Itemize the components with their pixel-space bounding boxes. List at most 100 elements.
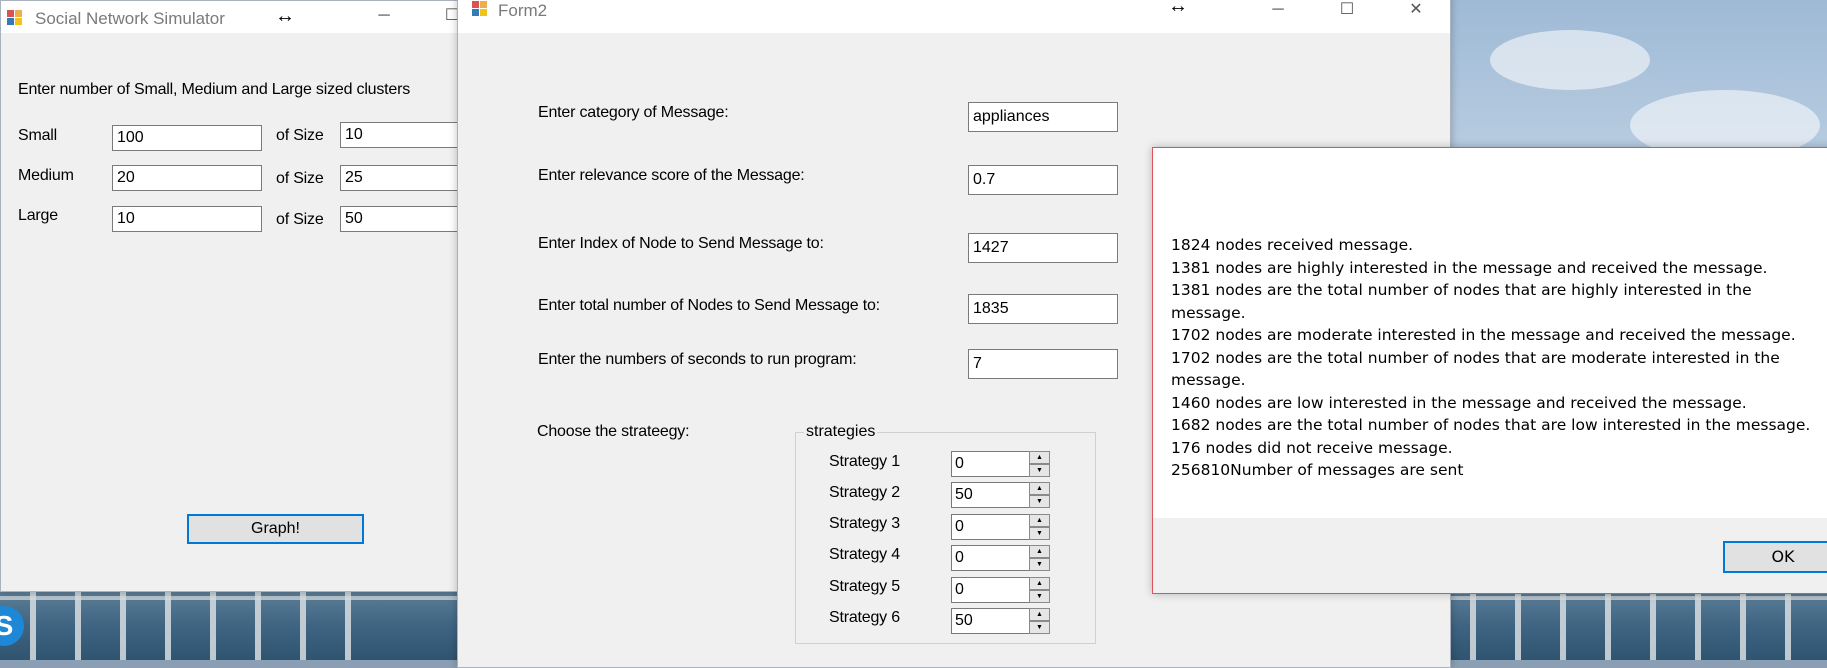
spin-up-icon[interactable]: ▲ [1029,451,1050,464]
railing-post [75,590,81,660]
strategy-1-label: Strategy 1 [829,453,900,470]
message-line: 1824 nodes received message. [1171,236,1414,254]
strategy-1-spinner[interactable]: 0 ▲ ▼ [951,451,1051,477]
minimize-button[interactable]: ─ [1255,0,1301,27]
message-box-dialog: 1824 nodes received message. 1381 nodes … [1152,147,1827,594]
spin-down-icon[interactable]: ▼ [1029,495,1050,508]
strategy-2-value[interactable]: 50 [951,482,1030,508]
railing-post [30,590,36,660]
minimize-button[interactable]: ─ [361,1,407,33]
small-label: Small [18,127,58,144]
strategies-groupbox: strategies Strategy 1 0 ▲ ▼ Strategy 2 5… [795,423,1096,644]
total-nodes-input[interactable]: 1835 [968,294,1118,324]
strategy-5-value[interactable]: 0 [951,577,1030,603]
node-index-input[interactable]: 1427 [968,233,1118,263]
spin-up-icon[interactable]: ▲ [1029,577,1050,590]
social-network-simulator-window: Social Network Simulator ↔ ─ ☐ Enter num… [0,0,472,592]
strategy-6-label: Strategy 6 [829,609,900,626]
title-bar[interactable]: Form2 ↔ ─ ☐ ✕ [458,0,1450,33]
window-title: Social Network Simulator [35,9,225,28]
category-input[interactable]: appliances [968,102,1118,132]
strategy-5-label: Strategy 5 [829,578,900,595]
spin-down-icon[interactable]: ▼ [1029,621,1050,634]
spin-down-icon[interactable]: ▼ [1029,558,1050,571]
medium-count-input[interactable]: 20 [112,165,262,191]
strategy-6-spinner[interactable]: 50 ▲ ▼ [951,608,1051,634]
railing-post [120,590,126,660]
large-size-input[interactable]: 50 [340,206,471,232]
message-line: 1682 nodes are the total number of nodes… [1171,416,1811,434]
railing-post [345,590,351,660]
spin-down-icon[interactable]: ▼ [1029,527,1050,540]
strategies-group-title: strategies [804,423,878,441]
spin-up-icon[interactable]: ▲ [1029,482,1050,495]
message-line: 1702 nodes are moderate interested in th… [1171,326,1796,344]
large-count-input[interactable]: 10 [112,206,262,232]
message-line: 1460 nodes are low interested in the mes… [1171,393,1747,412]
window-title: Form2 [498,1,548,20]
strategy-5-spinner[interactable]: 0 ▲ ▼ [951,577,1051,603]
strategy-2-spinner[interactable]: 50 ▲ ▼ [951,482,1051,508]
small-size-input[interactable]: 10 [340,122,471,148]
railing-post [1515,590,1521,660]
close-button[interactable]: ✕ [1393,0,1439,27]
message-line: 1702 nodes are the total number of nodes… [1171,348,1780,367]
spin-up-icon[interactable]: ▲ [1029,608,1050,621]
railing-post [1470,590,1476,660]
strategy-6-value[interactable]: 50 [951,608,1030,634]
railing-post [1560,590,1566,660]
resize-cursor-icon: ↔ [1168,0,1188,17]
spin-down-icon[interactable]: ▼ [1029,590,1050,603]
clusters-prompt-label: Enter number of Small, Medium and Large … [18,81,411,98]
strategy-3-label: Strategy 3 [829,515,900,532]
message-box-content: 1824 nodes received message. 1381 nodes … [1153,148,1827,518]
railing-post [165,590,171,660]
relevance-input[interactable]: 0.7 [968,165,1118,195]
spin-up-icon[interactable]: ▲ [1029,514,1050,527]
medium-of-size-label: of Size [276,170,324,187]
seconds-label: Enter the numbers of seconds to run prog… [538,351,857,368]
minimize-icon: ─ [378,7,390,24]
message-line: 256810Number of messages are sent [1171,461,1464,479]
medium-size-input[interactable]: 25 [340,165,471,191]
relevance-label: Enter relevance score of the Message: [538,167,805,184]
winforms-app-icon [7,10,23,26]
minimize-icon: ─ [1272,1,1284,18]
resize-cursor-icon: ↔ [275,5,295,27]
winforms-app-icon [472,1,488,17]
railing-post [1740,590,1746,660]
title-bar[interactable]: Social Network Simulator ↔ ─ ☐ [1,1,471,33]
seconds-input[interactable]: 7 [968,349,1118,379]
message-line: message. [1171,371,1246,389]
small-of-size-label: of Size [276,127,324,144]
total-nodes-label: Enter total number of Nodes to Send Mess… [538,297,880,314]
railing-post [300,590,306,660]
spin-down-icon[interactable]: ▼ [1029,464,1050,477]
message-line: 1381 nodes are the total number of nodes… [1171,281,1752,299]
close-icon: ✕ [1409,1,1423,18]
strategy-3-value[interactable]: 0 [951,514,1030,540]
railing-post [1785,590,1791,660]
message-text: 1824 nodes received message. 1381 nodes … [1171,234,1810,482]
message-line: 176 nodes did not receive message. [1171,438,1453,457]
large-label: Large [18,207,58,224]
railing-post [1695,590,1701,660]
strategy-3-spinner[interactable]: 0 ▲ ▼ [951,514,1051,540]
strategy-prompt-label: Choose the strateegy: [537,423,690,440]
spin-up-icon[interactable]: ▲ [1029,545,1050,558]
strategy-1-value[interactable]: 0 [951,451,1030,477]
strategy-4-label: Strategy 4 [829,546,900,563]
railing-post [210,590,216,660]
strategy-4-value[interactable]: 0 [951,545,1030,571]
ok-button[interactable]: OK [1723,541,1827,573]
cloud [1490,30,1650,90]
message-line: message. [1171,303,1246,322]
railing-post [1605,590,1611,660]
maximize-icon: ☐ [1339,1,1355,18]
strategy-2-label: Strategy 2 [829,484,900,501]
strategy-4-spinner[interactable]: 0 ▲ ▼ [951,545,1051,571]
graph-button[interactable]: Graph! [187,514,364,544]
railing-post [1650,590,1656,660]
small-count-input[interactable]: 100 [112,125,262,151]
maximize-button[interactable]: ☐ [1324,0,1370,27]
